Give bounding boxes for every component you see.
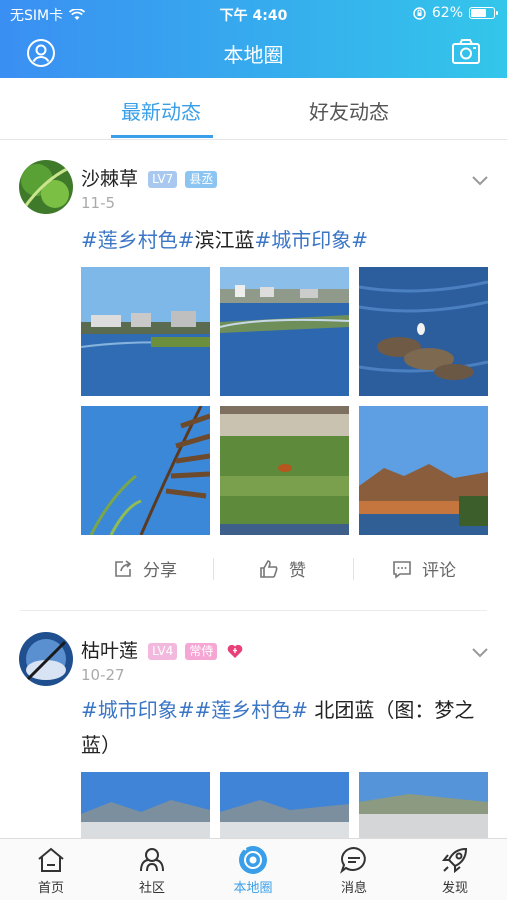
photo-grid (81, 267, 489, 535)
role-badge: 县丞 (185, 171, 218, 188)
avatar[interactable] (19, 632, 73, 686)
community-icon (140, 848, 164, 872)
app-root: 无SIM卡 下午 4:40 62% 本地圈 最新动态 好友动态 沙棘草 LV7 … (0, 0, 507, 900)
photo-thumbnail[interactable] (220, 267, 349, 396)
post-date: 11-5 (81, 194, 116, 212)
rocket-icon (441, 847, 468, 874)
post-card: 沙棘草 LV7 县丞 11-5 #莲乡村色#滨江蓝#城市印象# 分享 赞 评论 (0, 140, 507, 612)
username[interactable]: 枯叶莲 (81, 640, 138, 662)
share-icon (115, 559, 132, 577)
orientation-lock-icon (413, 6, 426, 20)
chevron-down-icon (472, 648, 488, 658)
active-tab-indicator (111, 135, 213, 138)
tab-latest[interactable]: 最新动态 (121, 96, 201, 125)
more-button[interactable] (471, 172, 489, 191)
like-button[interactable]: 赞 (259, 556, 306, 581)
nav-home[interactable]: 首页 (11, 843, 91, 896)
photo-thumbnail[interactable] (359, 406, 488, 535)
photo-thumbnail[interactable] (81, 406, 210, 535)
post-card: 枯叶莲 LV4 常侍 10-27 #城市印象##莲乡村色# 北团蓝（图：梦之蓝） (0, 612, 507, 900)
camera-icon (452, 39, 480, 64)
nav-local-circle[interactable]: 本地圈 (213, 843, 293, 896)
status-bar: 无SIM卡 下午 4:40 62% (0, 0, 507, 28)
topic-tag[interactable]: #城市印象# (255, 228, 369, 252)
level-badge: LV7 (148, 171, 178, 188)
camera-button[interactable] (451, 38, 481, 70)
page-title: 本地圈 (223, 43, 284, 67)
nav-community[interactable]: 社区 (112, 843, 192, 896)
home-icon (38, 847, 64, 872)
avatar[interactable] (19, 160, 73, 214)
post-text: 滨江蓝 (194, 228, 255, 252)
chevron-down-icon (472, 176, 488, 186)
post-content: #莲乡村色#滨江蓝#城市印象# (81, 223, 487, 258)
post-divider (20, 610, 487, 611)
username[interactable]: 沙棘草 (81, 168, 138, 190)
post-content: #城市印象##莲乡村色# 北团蓝（图：梦之蓝） (81, 693, 487, 763)
tab-friends[interactable]: 好友动态 (309, 96, 389, 125)
photo-thumbnail[interactable] (81, 267, 210, 396)
message-icon (340, 846, 366, 874)
topic-tag[interactable]: #莲乡村色# (81, 228, 195, 252)
nav-discover[interactable]: 发现 (415, 843, 495, 896)
photo-thumbnail[interactable] (220, 406, 349, 535)
top-header: 无SIM卡 下午 4:40 62% 本地圈 (0, 0, 507, 78)
post-date: 10-27 (81, 666, 125, 684)
thumbs-up-icon (260, 559, 278, 578)
battery-icon (469, 7, 498, 19)
heart-badge-icon (228, 644, 243, 658)
comment-icon (393, 560, 411, 579)
photo-thumbnail[interactable] (359, 267, 488, 396)
topic-tag[interactable]: #城市印象##莲乡村色# (81, 698, 308, 722)
role-badge: 常侍 (185, 643, 218, 660)
post-actions: 分享 赞 评论 (0, 548, 507, 588)
bottom-navigation: 首页 社区 本地圈 消息 发现 (0, 838, 507, 900)
battery-percent: 62% (431, 5, 463, 21)
feed-tabs: 最新动态 好友动态 (0, 78, 507, 140)
level-badge: LV4 (148, 643, 178, 660)
local-circle-icon (239, 846, 267, 874)
more-button[interactable] (471, 644, 489, 663)
nav-messages[interactable]: 消息 (314, 843, 394, 896)
comment-button[interactable]: 评论 (392, 556, 456, 581)
share-button[interactable]: 分享 (113, 556, 177, 581)
